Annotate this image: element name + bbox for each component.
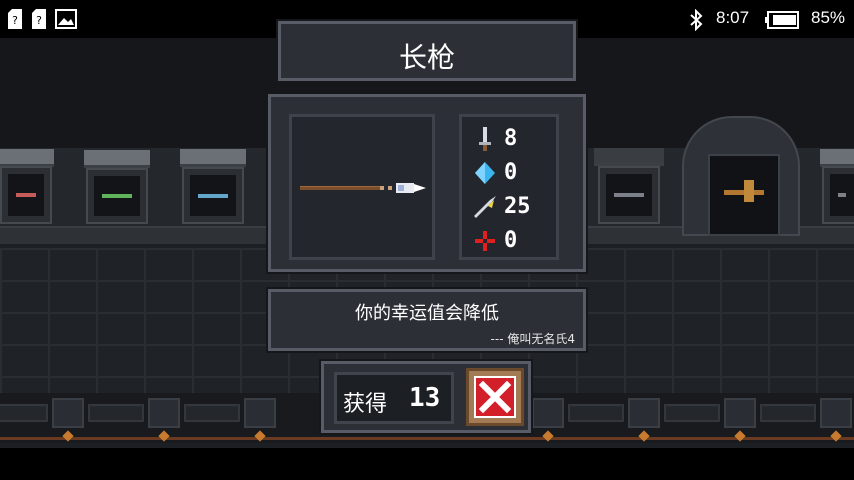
status-bar: ? ? 8:07 85% (0, 0, 854, 38)
rail-slot (0, 404, 48, 422)
grey-blade-icon (838, 193, 846, 197)
battery-icon (765, 11, 799, 29)
rail-block (148, 398, 180, 428)
rail-slot (664, 404, 720, 422)
image-icon (55, 9, 77, 29)
close-button-face (474, 376, 516, 418)
rack-cap (0, 149, 54, 167)
weapon-quote-panel: 你的幸运值会降低 --- 俺叫无名氏4 (268, 289, 586, 351)
weapon-rack[interactable] (86, 168, 148, 224)
battery-percent: 85% (811, 8, 846, 27)
rail-slot (568, 404, 624, 422)
stone-archway (682, 116, 800, 236)
rail-block (52, 398, 84, 428)
stat-value: 8 (504, 126, 518, 151)
rack-cap (594, 148, 664, 166)
rail-block (628, 398, 660, 428)
weapon-name: 长枪 (398, 41, 455, 74)
grey-sword-icon (614, 193, 644, 197)
rack-cap (820, 149, 854, 167)
red-blade-icon (16, 193, 36, 197)
rail-block (532, 398, 564, 428)
action-panel: 获得 13 (321, 361, 531, 433)
quote-author: --- 俺叫无名氏4 (490, 332, 575, 346)
green-blade-icon (102, 194, 132, 198)
sword-damage-icon (479, 127, 491, 151)
rail-slot (88, 404, 144, 422)
weapon-preview (289, 114, 435, 260)
weapon-stats-panel: 8 0 25 0 (268, 94, 586, 272)
weapon-rack[interactable] (822, 166, 854, 224)
weapon-quote: 你的幸运值会降低 (355, 303, 499, 324)
rail-block (244, 398, 276, 428)
stat-damage: 8 (472, 126, 556, 152)
stat-energy: 0 (472, 160, 556, 186)
spear-icon (300, 183, 426, 193)
rail-block (820, 398, 852, 428)
rack-cap (84, 150, 150, 168)
close-button[interactable] (466, 368, 524, 426)
clock: 8:07 (716, 8, 750, 27)
rack-cap (180, 149, 246, 167)
energy-crystal-icon (475, 162, 495, 184)
bluetooth-icon (690, 9, 703, 31)
archway-weapon-slot[interactable] (708, 154, 780, 236)
stat-critical: 25 (472, 194, 556, 220)
obtain-count: 13 (409, 383, 441, 413)
rail-line (0, 437, 854, 440)
close-x-icon (478, 380, 512, 414)
stat-list: 8 0 25 0 (459, 114, 559, 260)
stat-value: 0 (504, 160, 518, 185)
blue-blade-icon (198, 193, 228, 198)
accuracy-crosshair-icon (475, 231, 495, 251)
obtain-label: 获得 (343, 392, 388, 417)
rail-slot (184, 404, 240, 422)
sim-unknown-icon: ? (32, 9, 46, 29)
obtain-button[interactable]: 获得 13 (334, 372, 454, 424)
weapon-rack[interactable] (0, 166, 52, 224)
axe-head (744, 180, 754, 202)
svg-text:?: ? (36, 14, 42, 27)
stat-value: 0 (504, 228, 518, 253)
rail-slot (760, 404, 816, 422)
weapon-rack[interactable] (598, 166, 660, 224)
rail-block (724, 398, 756, 428)
stat-value: 25 (504, 194, 531, 219)
svg-text:?: ? (12, 14, 18, 27)
weapon-rack[interactable] (182, 167, 244, 224)
stat-accuracy: 0 (472, 228, 556, 254)
critical-chance-icon (474, 196, 496, 218)
sim-unknown-icon: ? (8, 9, 22, 29)
